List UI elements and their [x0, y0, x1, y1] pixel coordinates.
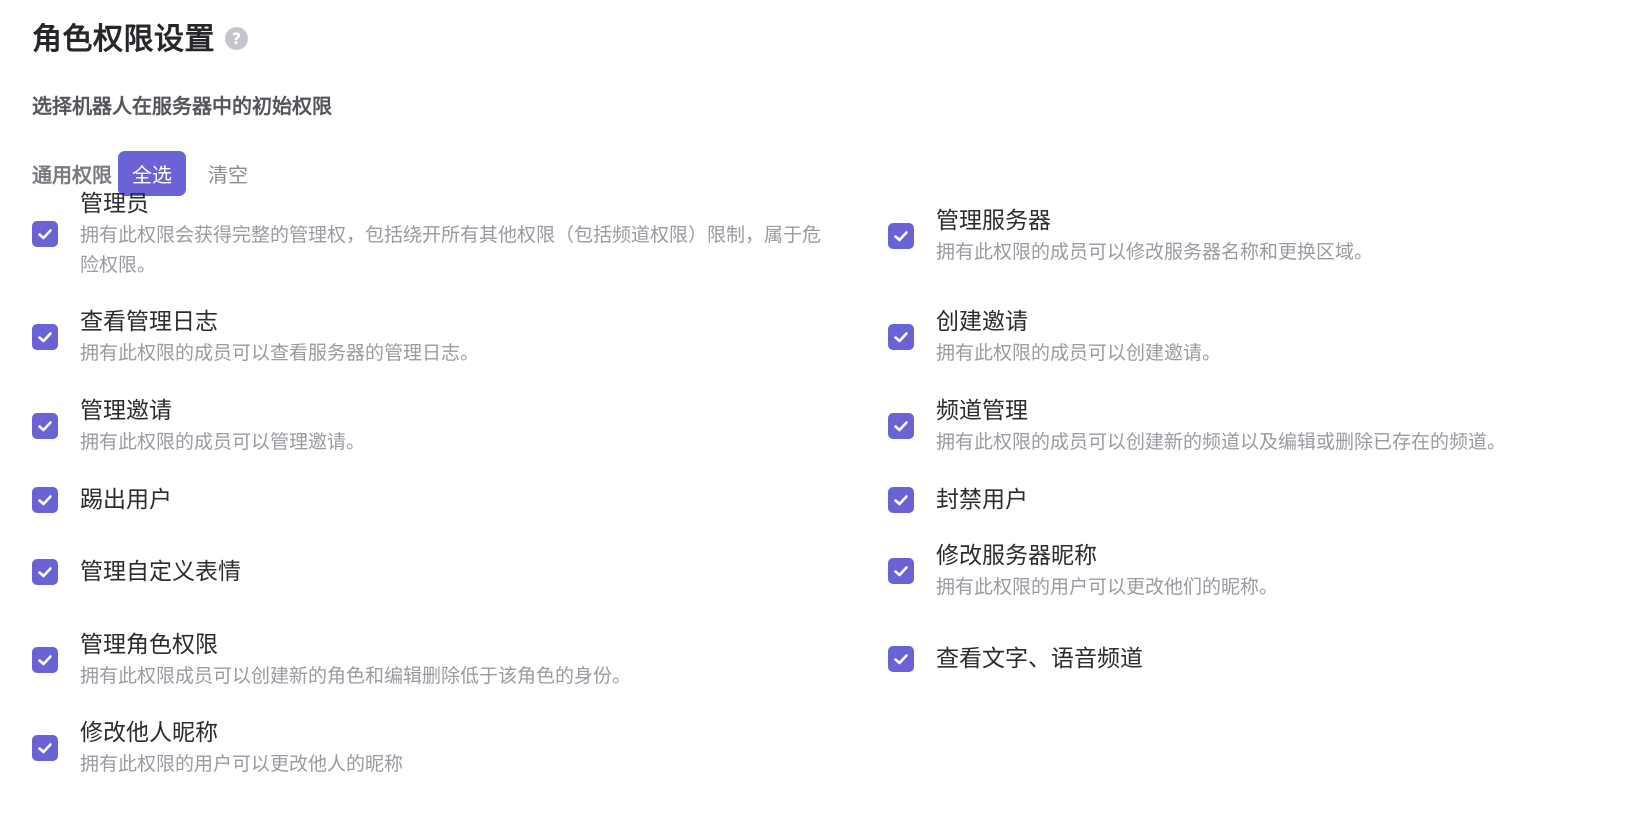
permission-name: 管理服务器: [936, 208, 1051, 234]
permission-name: 管理员: [80, 191, 149, 217]
check-icon: [38, 229, 52, 240]
permission-desc: 拥有此权限会获得完整的管理权，包括绕开所有其他权限（包括频道权限）限制，属于危: [80, 224, 822, 246]
permission-text: 查看管理日志 拥有此权限的成员可以查看服务器的管理日志。: [80, 306, 479, 368]
permission-name: 封禁用户: [936, 487, 1028, 513]
permission-desc: 拥有此权限的成员可以创建邀请。: [936, 342, 1222, 364]
checkbox-change-others-nickname[interactable]: [32, 735, 58, 761]
permission-name: 修改服务器昵称: [936, 543, 1097, 569]
permission-text: 管理员 拥有此权限会获得完整的管理权，包括绕开所有其他权限（包括频道权限）限制，…: [80, 188, 821, 280]
permission-desc: 拥有此权限的用户可以更改他人的昵称: [80, 753, 404, 775]
permission-item-change-nickname[interactable]: 修改服务器昵称 拥有此权限的用户可以更改他们的昵称。: [888, 540, 1278, 602]
permission-item-manage-server[interactable]: 管理服务器 拥有此权限的成员可以修改服务器名称和更换区域。: [888, 205, 1373, 267]
permission-item-manage-invites[interactable]: 管理邀请 拥有此权限的成员可以管理邀请。: [32, 395, 365, 457]
permission-desc: 拥有此权限的成员可以查看服务器的管理日志。: [80, 342, 480, 364]
permission-item-ban-users[interactable]: 封禁用户: [888, 484, 1028, 516]
check-icon: [894, 654, 908, 665]
check-icon: [38, 495, 52, 506]
permission-desc: 拥有此权限的成员可以修改服务器名称和更换区域。: [936, 241, 1374, 263]
permission-text: 管理角色权限 拥有此权限成员可以创建新的角色和编辑删除低于该角色的身份。: [80, 629, 631, 691]
check-icon: [38, 655, 52, 666]
permission-item-manage-roles[interactable]: 管理角色权限 拥有此权限成员可以创建新的角色和编辑删除低于该角色的身份。: [32, 629, 631, 691]
permission-item-create-invite[interactable]: 创建邀请 拥有此权限的成员可以创建邀请。: [888, 306, 1221, 368]
page-title: 角色权限设置: [32, 22, 215, 57]
checkbox-view-channels[interactable]: [888, 646, 914, 672]
checkbox-kick-users[interactable]: [32, 487, 58, 513]
check-icon: [894, 495, 908, 506]
permission-name: 管理邀请: [80, 398, 172, 424]
permission-name: 查看管理日志: [80, 309, 218, 335]
permission-desc: 拥有此权限的成员可以管理邀请。: [80, 431, 366, 453]
section-label: 通用权限: [32, 162, 112, 187]
permission-item-view-audit-log[interactable]: 查看管理日志 拥有此权限的成员可以查看服务器的管理日志。: [32, 306, 479, 368]
check-icon: [894, 421, 908, 432]
permission-text: 管理自定义表情: [80, 556, 241, 588]
checkbox-ban-users[interactable]: [888, 487, 914, 513]
checkbox-manage-server[interactable]: [888, 223, 914, 249]
permission-text: 频道管理 拥有此权限的成员可以创建新的频道以及编辑或删除已存在的频道。: [936, 395, 1506, 457]
permission-name: 管理自定义表情: [80, 559, 241, 585]
permission-text: 修改他人昵称 拥有此权限的用户可以更改他人的昵称: [80, 717, 403, 779]
check-icon: [894, 332, 908, 343]
permission-desc-continued: 险权限。: [80, 254, 157, 276]
permission-name: 修改他人昵称: [80, 720, 218, 746]
permission-text: 管理服务器 拥有此权限的成员可以修改服务器名称和更换区域。: [936, 205, 1373, 267]
permission-desc: 拥有此权限的用户可以更改他们的昵称。: [936, 576, 1279, 598]
permission-text: 踢出用户: [80, 484, 172, 516]
permission-item-manage-channels[interactable]: 频道管理 拥有此权限的成员可以创建新的频道以及编辑或删除已存在的频道。: [888, 395, 1506, 457]
permission-name: 创建邀请: [936, 309, 1028, 335]
permission-text: 修改服务器昵称 拥有此权限的用户可以更改他们的昵称。: [936, 540, 1278, 602]
permission-item-view-channels[interactable]: 查看文字、语音频道: [888, 643, 1143, 675]
question-circle-icon[interactable]: ?: [225, 26, 248, 50]
permission-item-admin[interactable]: 管理员 拥有此权限会获得完整的管理权，包括绕开所有其他权限（包括频道权限）限制，…: [32, 188, 872, 280]
permission-name: 踢出用户: [80, 487, 172, 513]
header: 角色权限设置 ?: [32, 14, 248, 58]
check-icon: [38, 421, 52, 432]
permission-text: 创建邀请 拥有此权限的成员可以创建邀请。: [936, 306, 1221, 368]
checkbox-manage-roles[interactable]: [32, 647, 58, 673]
permission-name: 频道管理: [936, 398, 1028, 424]
check-icon: [38, 567, 52, 578]
permission-item-change-others-nickname[interactable]: 修改他人昵称 拥有此权限的用户可以更改他人的昵称: [32, 717, 403, 779]
page-subtitle: 选择机器人在服务器中的初始权限: [32, 94, 332, 118]
permission-text: 查看文字、语音频道: [936, 643, 1143, 675]
permission-name: 查看文字、语音频道: [936, 646, 1143, 672]
permission-text: 封禁用户: [936, 484, 1028, 516]
permission-desc: 拥有此权限成员可以创建新的角色和编辑删除低于该角色的身份。: [80, 665, 632, 687]
checkbox-manage-emoji[interactable]: [32, 559, 58, 585]
check-icon: [894, 231, 908, 242]
permission-item-manage-emoji[interactable]: 管理自定义表情: [32, 556, 241, 588]
permission-desc: 拥有此权限的成员可以创建新的频道以及编辑或删除已存在的频道。: [936, 431, 1507, 453]
permission-item-kick-users[interactable]: 踢出用户: [32, 484, 172, 516]
check-icon: [38, 332, 52, 343]
checkbox-create-invite[interactable]: [888, 324, 914, 350]
checkbox-view-audit-log[interactable]: [32, 324, 58, 350]
permission-text: 管理邀请 拥有此权限的成员可以管理邀请。: [80, 395, 365, 457]
checkbox-admin[interactable]: [32, 221, 58, 247]
checkbox-manage-invites[interactable]: [32, 413, 58, 439]
permission-name: 管理角色权限: [80, 632, 218, 658]
check-icon: [38, 743, 52, 754]
checkbox-manage-channels[interactable]: [888, 413, 914, 439]
check-icon: [894, 566, 908, 577]
checkbox-change-nickname[interactable]: [888, 558, 914, 584]
